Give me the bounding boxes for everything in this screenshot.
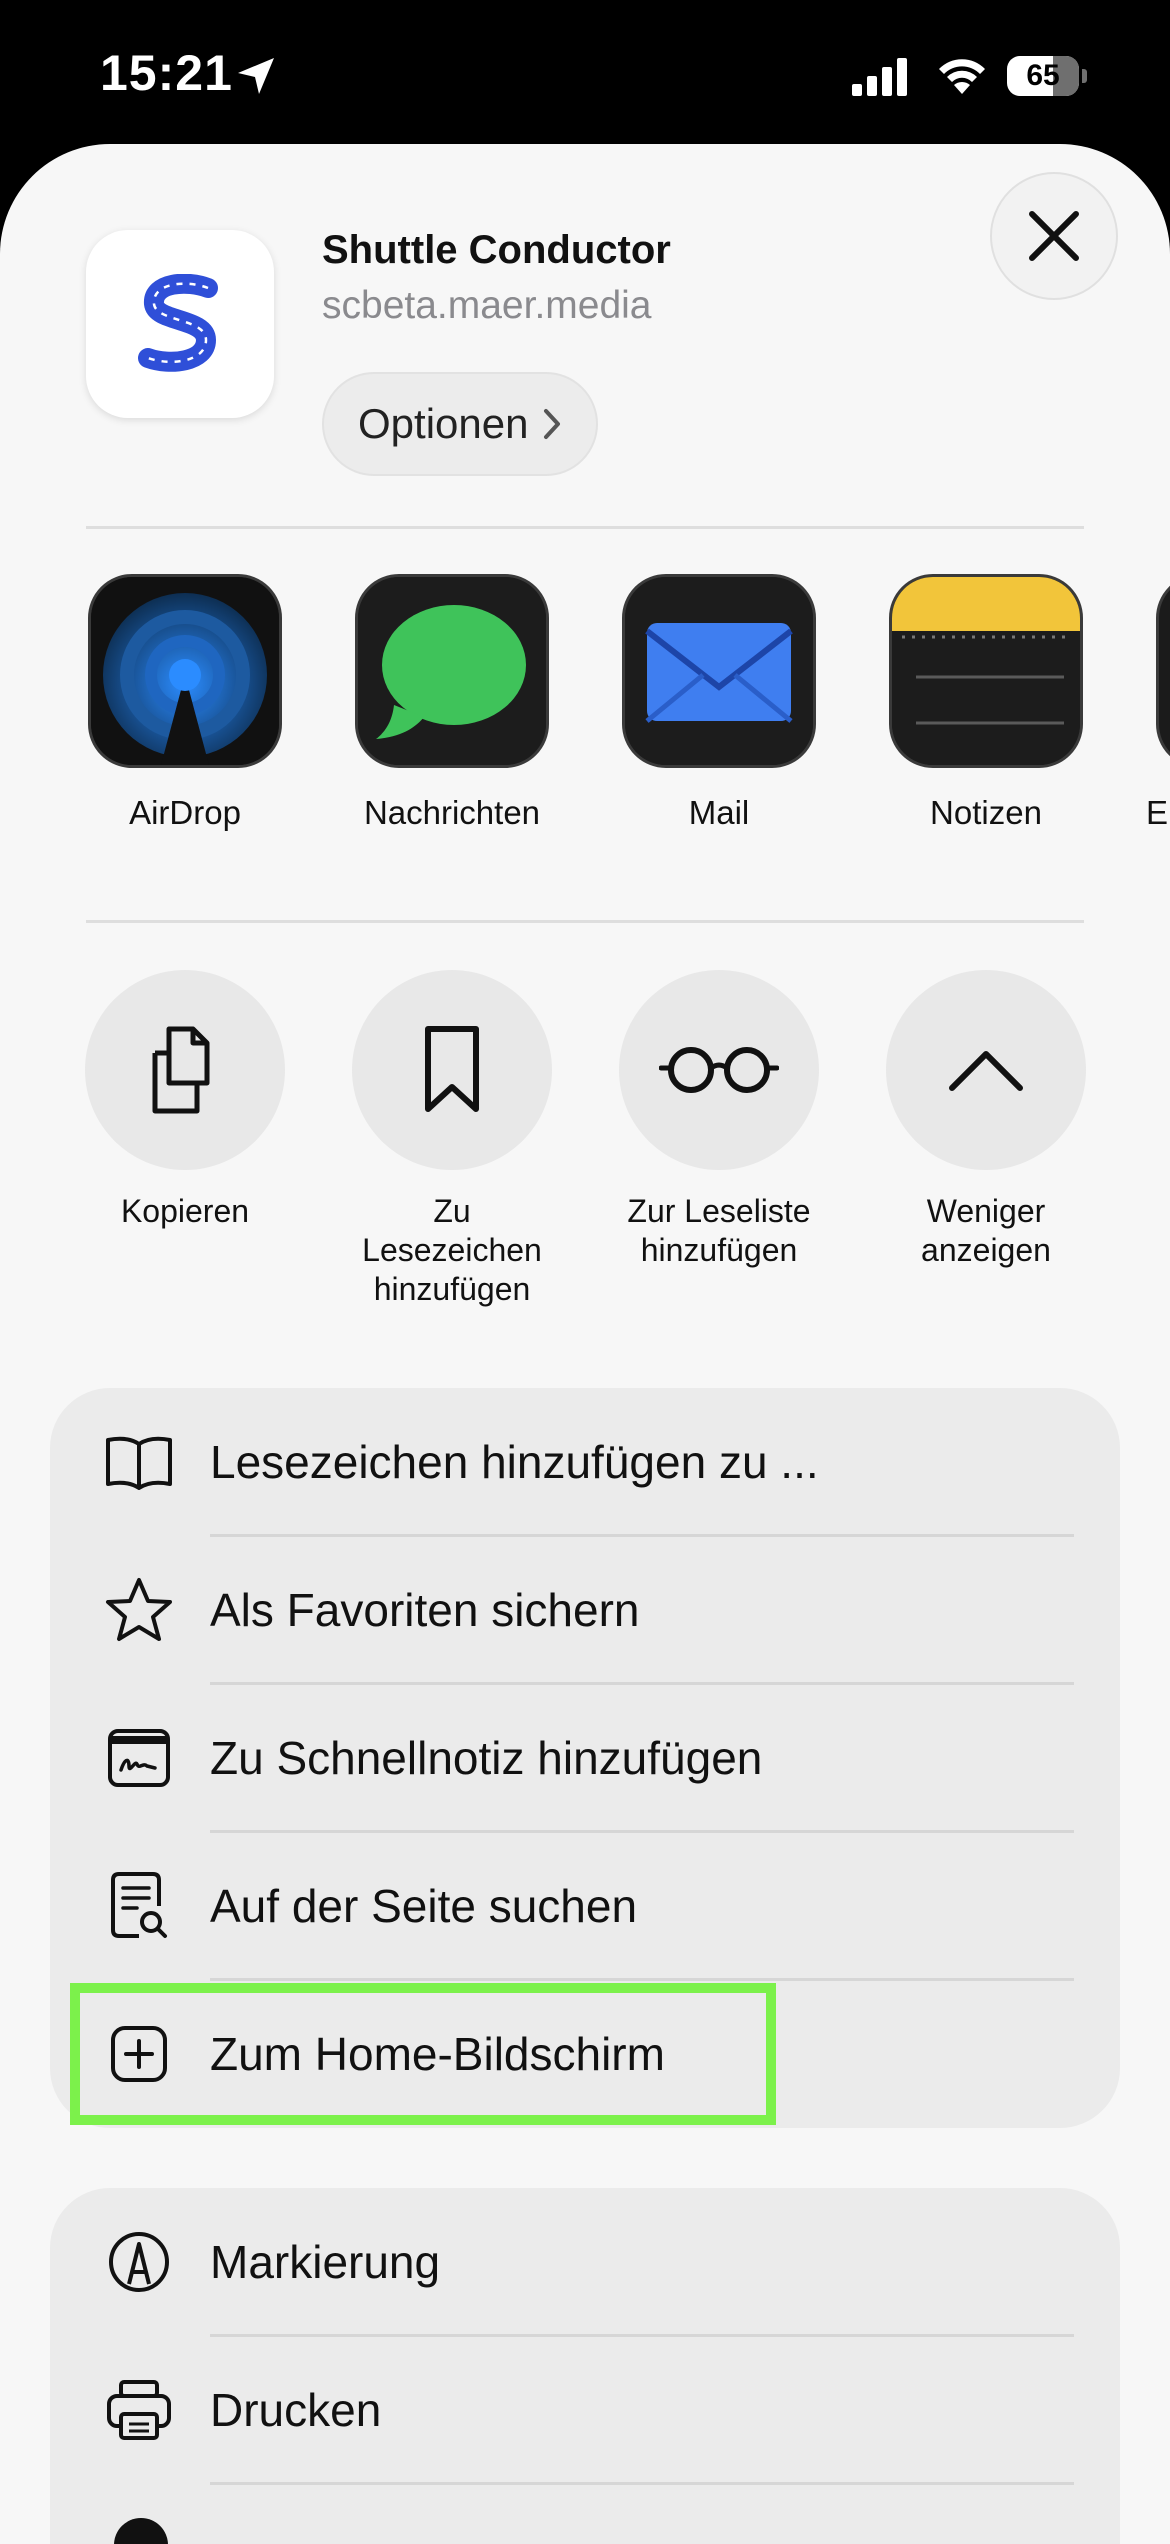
menu-item-label: Lesezeichen hinzufügen zu ... bbox=[210, 1436, 819, 1488]
mail-icon bbox=[622, 574, 816, 768]
menu-item-print[interactable]: Drucken bbox=[50, 2336, 1120, 2484]
website-icon bbox=[86, 230, 274, 418]
options-button[interactable]: Optionen bbox=[322, 372, 599, 476]
notes-icon bbox=[889, 574, 1083, 768]
partial-menu-icon bbox=[114, 2518, 168, 2544]
action-label: hinzufügen bbox=[373, 1271, 531, 1307]
menu-item-quick-note[interactable]: Zu Schnellnotiz hinzufügen bbox=[50, 1684, 1120, 1832]
chevron-up-icon bbox=[949, 1051, 1023, 1091]
menu-item-markup[interactable]: Markierung bbox=[50, 2188, 1120, 2336]
options-label: Optionen bbox=[358, 400, 529, 447]
divider bbox=[86, 526, 1084, 529]
action-label: hinzufügen bbox=[640, 1232, 798, 1268]
share-app-mail[interactable]: Mail bbox=[622, 574, 816, 832]
menu-item-add-favorites[interactable]: Als Favoriten sichern bbox=[50, 1536, 1120, 1684]
copy-icon bbox=[152, 1026, 210, 1114]
add-bookmark-action[interactable]: Zu Lesezeichen hinzufügen bbox=[332, 970, 572, 1309]
share-sheet: Shuttle Conductor scbeta.maer.media Opti… bbox=[0, 144, 1170, 2544]
app-icon bbox=[1156, 574, 1170, 768]
divider bbox=[86, 920, 1084, 923]
menu-item-label: Markierung bbox=[210, 2236, 441, 2288]
close-icon bbox=[1029, 211, 1079, 261]
action-label: Lesezeichen bbox=[362, 1232, 542, 1268]
menu-item-label: Auf der Seite suchen bbox=[210, 1880, 638, 1932]
battery-level: 65 bbox=[1026, 59, 1060, 92]
messages-icon bbox=[355, 574, 549, 768]
book-icon bbox=[106, 1436, 172, 1490]
airdrop-icon bbox=[88, 574, 282, 768]
share-app-partial[interactable]: E bbox=[1146, 574, 1170, 832]
show-less-action[interactable]: Weniger anzeigen bbox=[866, 970, 1106, 1270]
site-title: Shuttle Conductor bbox=[322, 228, 671, 272]
action-label: Weniger bbox=[926, 1193, 1046, 1229]
menu-item-find-on-page[interactable]: Auf der Seite suchen bbox=[50, 1832, 1120, 1980]
share-app-label: AirDrop bbox=[129, 794, 241, 831]
add-reading-list-action[interactable]: Zur Leseliste hinzufügen bbox=[599, 970, 839, 1270]
close-button[interactable] bbox=[990, 172, 1118, 300]
chevron-right-icon bbox=[544, 409, 561, 439]
status-bar: 15:21 65 bbox=[0, 0, 1170, 150]
printer-icon bbox=[107, 2380, 171, 2440]
share-app-label: E bbox=[1146, 794, 1169, 831]
location-arrow-icon bbox=[238, 58, 274, 94]
share-app-label: Mail bbox=[688, 794, 750, 831]
markup-icon bbox=[109, 2232, 169, 2292]
star-icon bbox=[106, 1578, 172, 1641]
share-app-label: Nachrichten bbox=[363, 794, 541, 831]
copy-action[interactable]: Kopieren bbox=[65, 970, 305, 1231]
menu-separator bbox=[210, 2482, 1074, 2485]
find-on-page-icon bbox=[111, 1872, 167, 1938]
site-url: scbeta.maer.media bbox=[322, 284, 652, 327]
share-app-notes[interactable]: Notizen bbox=[889, 574, 1083, 832]
share-app-messages[interactable]: Nachrichten bbox=[355, 574, 549, 832]
cellular-signal-icon bbox=[852, 58, 907, 96]
bookmark-icon bbox=[425, 1026, 479, 1112]
menu-group-more: Markierung Drucken bbox=[50, 2188, 1120, 2544]
share-app-label: Notizen bbox=[930, 794, 1042, 831]
battery-indicator: 65 bbox=[1007, 56, 1087, 96]
action-label: Zu bbox=[433, 1193, 471, 1229]
action-label: anzeigen bbox=[921, 1232, 1051, 1268]
glasses-icon bbox=[659, 1047, 779, 1093]
status-time: 15:21 bbox=[100, 45, 233, 101]
menu-item-label: Drucken bbox=[210, 2384, 382, 2436]
menu-item-label: Zu Schnellnotiz hinzufügen bbox=[210, 1732, 763, 1784]
copy-label: Kopieren bbox=[120, 1193, 250, 1229]
action-label: Zur Leseliste bbox=[627, 1193, 811, 1229]
wifi-icon bbox=[939, 59, 985, 94]
quick-note-icon bbox=[108, 1729, 170, 1787]
menu-item-label: Als Favoriten sichern bbox=[210, 1584, 640, 1636]
highlight-box bbox=[70, 1983, 776, 2125]
shuttle-logo-icon bbox=[138, 274, 218, 372]
share-app-airdrop[interactable]: AirDrop bbox=[88, 574, 282, 832]
menu-item-add-bookmark-to[interactable]: Lesezeichen hinzufügen zu ... bbox=[50, 1388, 1120, 1536]
